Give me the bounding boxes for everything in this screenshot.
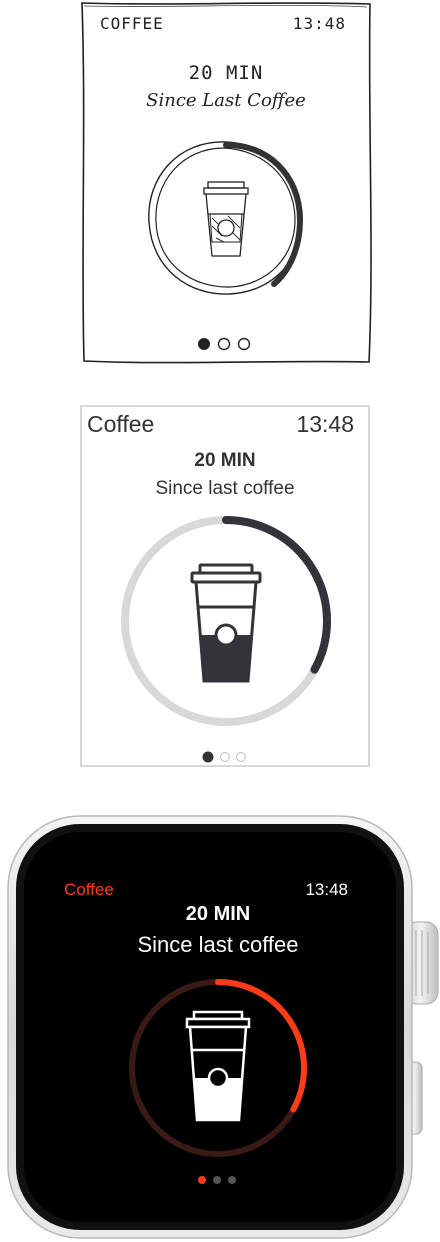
- page-dot: [237, 337, 251, 351]
- watch-screen: Coffee 13:48 20 MIN Since last coffee: [0, 812, 440, 1242]
- progress-ring: [148, 141, 304, 295]
- watch-device: Coffee 13:48 20 MIN Since last coffee: [0, 812, 440, 1242]
- elapsed-subtitle: Since last coffee: [155, 478, 295, 499]
- page-dot-active: [198, 338, 210, 350]
- progress-ring: [121, 516, 331, 726]
- page-indicator[interactable]: [201, 750, 251, 764]
- elapsed-subtitle: Since last coffee: [137, 932, 299, 957]
- page-dot-active: [198, 1176, 206, 1184]
- page-dot: [235, 751, 247, 763]
- elapsed-time: 20 MIN: [194, 450, 256, 471]
- elapsed-subtitle: Since Last Coffee: [146, 90, 306, 111]
- page-dot: [217, 337, 231, 351]
- elapsed-time: 20 MIN: [188, 62, 264, 84]
- clock-time: 13:48: [305, 880, 348, 899]
- progress-ring: [129, 979, 307, 1157]
- coffee-cup-icon: [185, 1010, 251, 1122]
- app-title: COFFEE: [100, 14, 164, 33]
- sketch-screen: COFFEE 13:48 20 MIN Since Last Coffee: [78, 0, 374, 366]
- page-dot: [213, 1176, 221, 1184]
- clock-time: 13:48: [296, 411, 354, 437]
- app-title: Coffee: [87, 411, 155, 437]
- page-dot: [219, 751, 231, 763]
- page-indicator[interactable]: [195, 335, 259, 353]
- elapsed-time: 20 MIN: [185, 903, 251, 925]
- wireframe-screen: Coffee 13:48 20 MIN Since last coffee: [80, 405, 370, 767]
- clock-time: 13:48: [292, 14, 346, 33]
- page-dot: [228, 1176, 236, 1184]
- page-indicator[interactable]: [196, 1174, 240, 1186]
- coffee-cup-icon: [190, 563, 262, 683]
- coffee-cup-icon: [203, 181, 249, 257]
- page-dot-active: [202, 751, 214, 763]
- app-title[interactable]: Coffee: [64, 880, 114, 900]
